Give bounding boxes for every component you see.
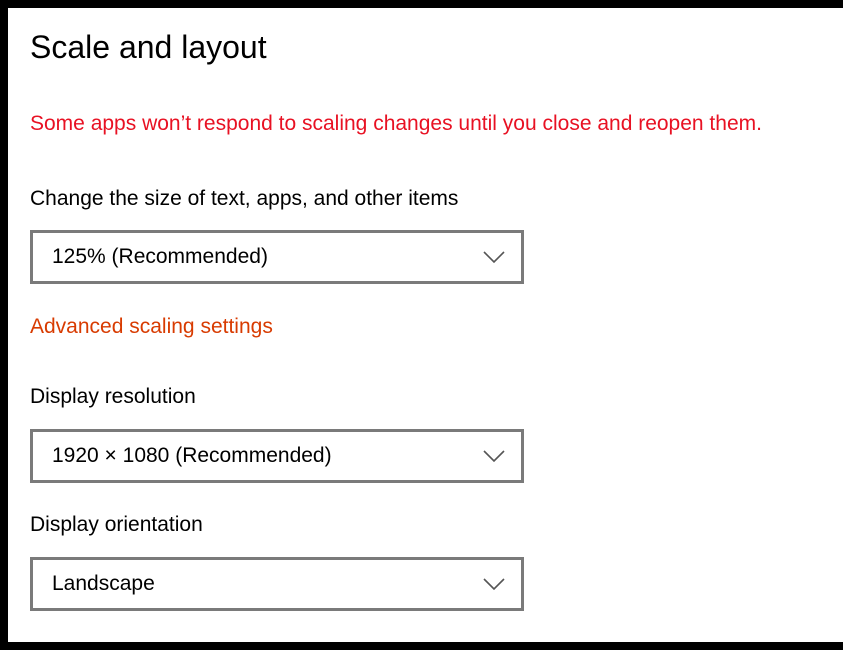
scale-label: Change the size of text, apps, and other… bbox=[30, 187, 459, 210]
resolution-dropdown[interactable]: 1920 × 1080 (Recommended) bbox=[30, 429, 524, 483]
orientation-label: Display orientation bbox=[30, 513, 203, 536]
scale-dropdown-value: 125% (Recommended) bbox=[52, 245, 268, 268]
chevron-down-icon bbox=[483, 450, 505, 463]
advanced-scaling-settings-link[interactable]: Advanced scaling settings bbox=[30, 313, 273, 341]
chevron-down-icon bbox=[483, 578, 505, 591]
chevron-down-icon bbox=[483, 251, 505, 264]
scaling-warning-text: Some apps won’t respond to scaling chang… bbox=[30, 112, 762, 135]
settings-panel: Scale and layout Some apps won’t respond… bbox=[8, 8, 843, 642]
resolution-label: Display resolution bbox=[30, 385, 196, 408]
resolution-dropdown-value: 1920 × 1080 (Recommended) bbox=[52, 444, 332, 467]
orientation-dropdown-value: Landscape bbox=[52, 572, 155, 595]
page-title: Scale and layout bbox=[30, 29, 267, 65]
scale-dropdown[interactable]: 125% (Recommended) bbox=[30, 230, 524, 284]
orientation-dropdown[interactable]: Landscape bbox=[30, 557, 524, 611]
